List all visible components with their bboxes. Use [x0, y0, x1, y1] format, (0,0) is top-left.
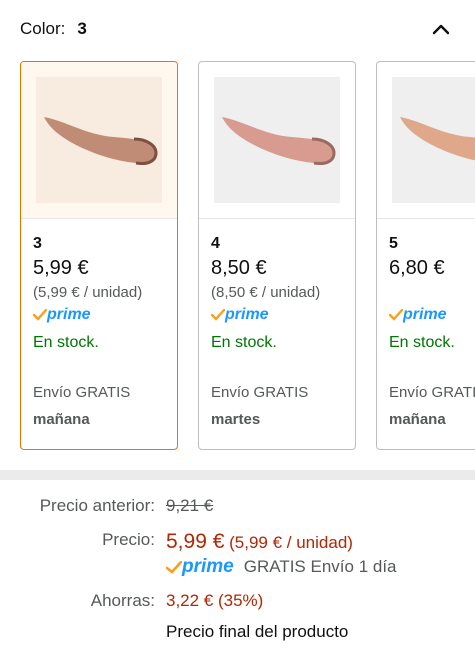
stock-status: En stock.: [33, 334, 99, 351]
prime-label: prime: [403, 306, 447, 323]
stock-status: En stock.: [389, 334, 455, 351]
price-value: 5,99 €: [166, 530, 225, 553]
swatch-unit-price: (8,50 € / unidad): [211, 284, 321, 301]
swatch-price: 8,50 €: [211, 257, 267, 279]
shipping-text: Envío GRATIS: [211, 384, 309, 401]
previous-price-label: Precio anterior:: [39, 496, 155, 515]
color-swatch-card-5[interactable]: 5 6,80 € prime En stock. Envío GRATIS ma…: [376, 61, 475, 450]
color-label: Color:: [20, 19, 66, 38]
delivery-day: mañana: [389, 411, 446, 428]
swatch-image: [214, 77, 340, 203]
shipping-info: GRATIS Envío 1 día: [243, 557, 397, 576]
swatch-price: 5,99 €: [33, 257, 89, 279]
color-selector-header[interactable]: Color: 3: [20, 17, 455, 41]
prime-shipping-row: prime GRATIS Envío 1 día: [0, 556, 475, 580]
prime-badge: prime: [389, 305, 475, 325]
prime-label: prime: [182, 556, 234, 577]
final-price-row: Precio final del producto: [0, 622, 475, 646]
prime-check-icon: [166, 560, 182, 574]
section-divider: [0, 470, 475, 480]
price-unit: (5,99 € / unidad): [229, 533, 353, 552]
final-price-text: Precio final del producto: [166, 622, 349, 641]
swatch-image: [36, 77, 162, 203]
prime-check-icon: [389, 309, 403, 321]
selected-color-value: 3: [77, 19, 87, 38]
swatch-image-area: [199, 62, 355, 219]
swatch-name: 4: [211, 235, 220, 252]
shipping-text: Envío GRATIS: [389, 384, 475, 401]
prime-badge: prime: [33, 305, 165, 325]
prime-badge: prime: [211, 305, 343, 325]
prime-check-icon: [211, 309, 225, 321]
swatch-image-area: [377, 62, 475, 219]
color-swatch-card-3[interactable]: 3 5,99 € (5,99 € / unidad) prime En stoc…: [20, 61, 178, 450]
delivery-day: mañana: [33, 411, 90, 428]
color-swatch-carousel[interactable]: 3 5,99 € (5,99 € / unidad) prime En stoc…: [20, 61, 475, 451]
color-swatch-card-4[interactable]: 4 8,50 € (8,50 € / unidad) prime En stoc…: [198, 61, 356, 450]
prime-label: prime: [47, 306, 91, 323]
swatch-price: 6,80 €: [389, 257, 445, 279]
swatch-name: 3: [33, 235, 42, 252]
stock-status: En stock.: [211, 334, 277, 351]
swatch-unit-price: [389, 283, 475, 303]
price-row: Precio: 5,99 € (5,99 € / unidad): [0, 530, 475, 554]
prime-label: prime: [225, 306, 269, 323]
delivery-day: martes: [211, 411, 261, 428]
prime-check-icon: [33, 309, 47, 321]
savings-row: Ahorras: 3,22 € (35%): [0, 591, 475, 615]
shipping-text: Envío GRATIS: [33, 384, 131, 401]
swatch-image-area: [21, 62, 177, 219]
swatch-unit-price: (5,99 € / unidad): [33, 284, 143, 301]
price-label: Precio:: [102, 530, 155, 549]
swatch-name: 5: [389, 235, 398, 252]
swatch-image: [392, 77, 475, 203]
previous-price-row: Precio anterior: 9,21 €: [0, 496, 475, 520]
previous-price-value: 9,21 €: [166, 496, 214, 515]
chevron-up-icon[interactable]: [429, 17, 453, 41]
savings-label: Ahorras:: [90, 591, 155, 610]
savings-value: 3,22 € (35%): [166, 591, 264, 610]
